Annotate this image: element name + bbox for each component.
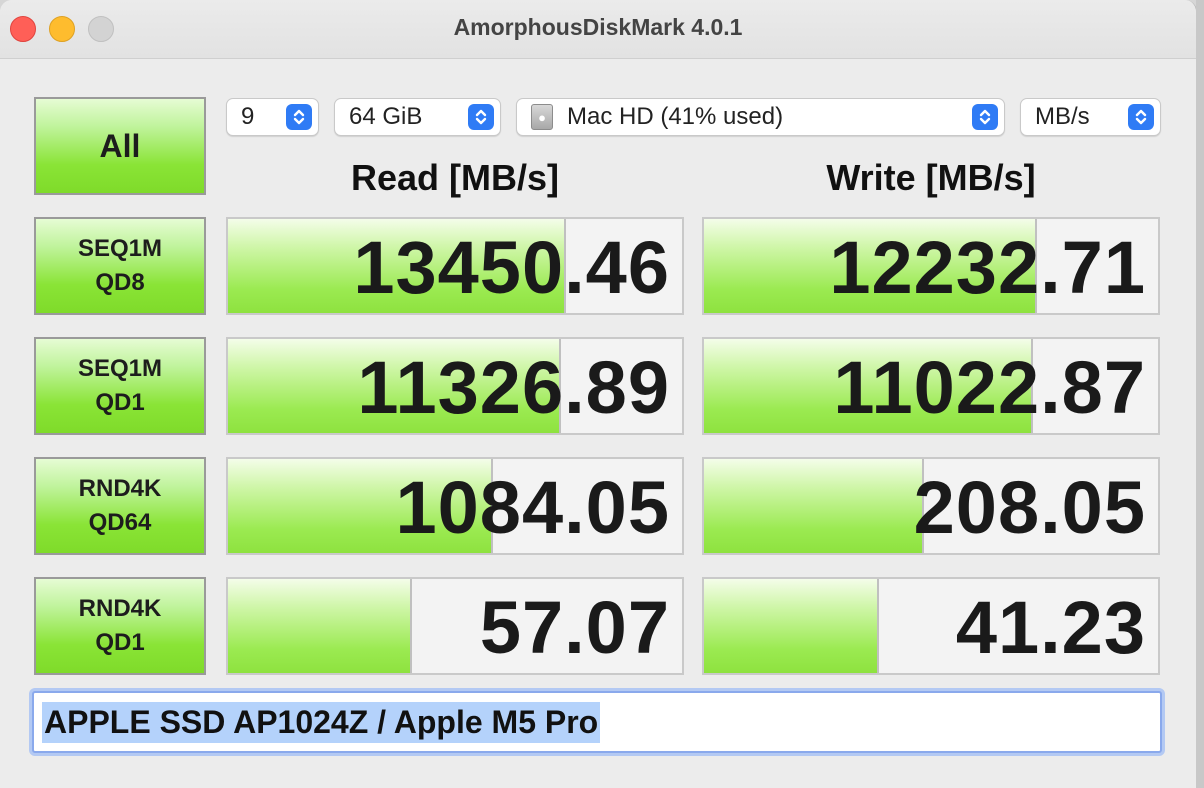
count-value: 9 (241, 103, 255, 130)
hard-disk-icon: ● (531, 104, 553, 130)
read-value: 13450.46 (353, 226, 670, 309)
comment-field[interactable]: APPLE SSD AP1024Z / Apple M5 Pro (32, 691, 1162, 753)
read-result: 1084.05 (226, 457, 684, 555)
disk-select[interactable]: ● Mac HD (41% used) (516, 98, 1005, 136)
test-button-rnd4k-qd1[interactable]: RND4K QD1 (34, 577, 206, 675)
read-header: Read [MB/s] (350, 157, 560, 198)
all-button-label: All (99, 127, 141, 164)
test-label-line1: SEQ1M (77, 235, 163, 262)
read-value: 57.07 (479, 586, 670, 669)
test-label-line2: QD8 (95, 269, 145, 296)
unit-value: MB/s (1035, 103, 1090, 130)
unit-select[interactable]: MB/s (1020, 98, 1161, 136)
write-result: 11022.87 (702, 337, 1160, 435)
size-select[interactable]: 64 GiB (334, 98, 501, 136)
write-bar (704, 459, 924, 553)
write-result: 41.23 (702, 577, 1160, 675)
write-bar (704, 579, 879, 673)
test-button-seq1m-qd1[interactable]: SEQ1M QD1 (34, 337, 206, 435)
chevron-updown-icon (972, 104, 998, 130)
app-window: AmorphousDiskMark 4.0.1 All 9 64 GiB ● M… (0, 0, 1197, 788)
test-button-rnd4k-qd64[interactable]: RND4K QD64 (34, 457, 206, 555)
chevron-updown-icon (468, 104, 494, 130)
read-result: 13450.46 (226, 217, 684, 315)
write-result: 12232.71 (702, 217, 1160, 315)
all-button[interactable]: All (34, 97, 206, 195)
title-bar: AmorphousDiskMark 4.0.1 (0, 0, 1196, 59)
window-title: AmorphousDiskMark 4.0.1 (453, 14, 743, 40)
comment-text: APPLE SSD AP1024Z / Apple M5 Pro (42, 701, 601, 743)
disk-value: Mac HD (41% used) (567, 103, 784, 130)
write-value: 41.23 (955, 586, 1146, 669)
size-value: 64 GiB (349, 103, 423, 130)
count-select[interactable]: 9 (226, 98, 319, 136)
test-label-line2: QD1 (95, 629, 145, 656)
background-window-edge (1196, 0, 1204, 788)
test-label-line1: RND4K (78, 475, 162, 502)
chevron-updown-icon (1128, 104, 1154, 130)
test-label-line1: RND4K (78, 595, 162, 622)
read-value: 1084.05 (395, 466, 670, 549)
write-value: 11022.87 (833, 346, 1146, 429)
test-label-line1: SEQ1M (77, 355, 163, 382)
test-label-line2: QD64 (88, 509, 152, 536)
read-result: 57.07 (226, 577, 684, 675)
chevron-updown-icon (286, 104, 312, 130)
read-result: 11326.89 (226, 337, 684, 435)
write-value: 12232.71 (829, 226, 1146, 309)
write-result: 208.05 (702, 457, 1160, 555)
read-value: 11326.89 (357, 346, 670, 429)
main-content: All 9 64 GiB ● Mac HD (41% used) MB/s Re… (0, 59, 1196, 788)
write-header: Write [MB/s] (826, 157, 1036, 198)
write-value: 208.05 (913, 466, 1146, 549)
test-button-seq1m-qd8[interactable]: SEQ1M QD8 (34, 217, 206, 315)
test-label-line2: QD1 (95, 389, 145, 416)
read-bar (228, 579, 412, 673)
